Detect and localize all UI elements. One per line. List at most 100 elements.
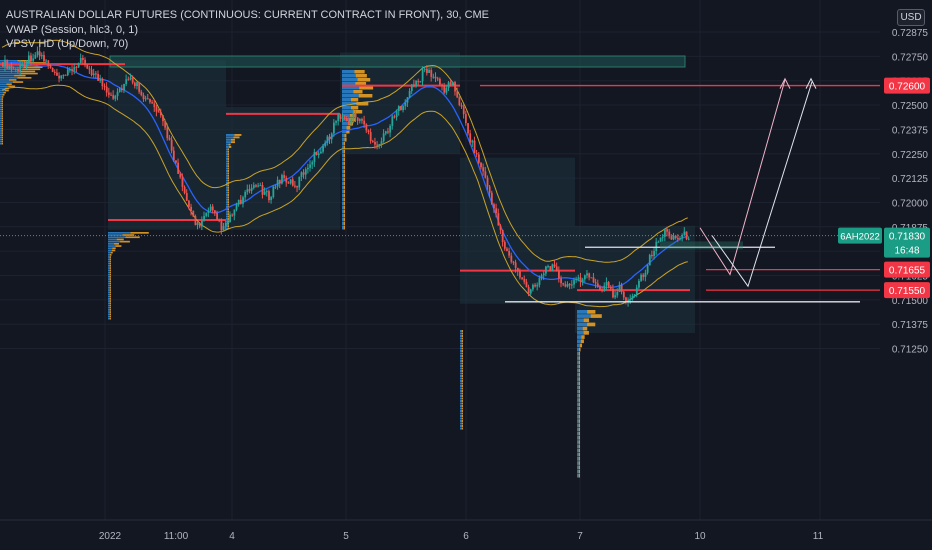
candle-body <box>350 119 353 125</box>
candle-body <box>408 91 411 98</box>
candle-body <box>120 88 123 91</box>
candle-body <box>30 55 32 62</box>
profile-bar-up <box>342 142 344 146</box>
profile-bar-down <box>227 213 229 216</box>
profile-bar-down <box>578 352 580 356</box>
profile-bar-up <box>108 269 110 272</box>
profile-bar-up <box>0 102 2 105</box>
indicator-vwap[interactable]: VWAP (Session, hlc3, 0, 1) <box>6 23 489 38</box>
candle-body <box>480 162 482 168</box>
profile-bar-up <box>226 153 228 156</box>
candle-body <box>14 68 17 70</box>
profile-bar-up <box>226 136 234 139</box>
profile-bar-down <box>8 85 16 88</box>
profile-bar-up <box>342 126 347 130</box>
candle-body <box>566 284 569 287</box>
profile-bar-down <box>461 355 463 357</box>
price-tick-label: 0.72125 <box>892 174 929 185</box>
profile-bar-down <box>125 236 140 239</box>
candle-body <box>661 236 664 238</box>
candle-body <box>2 62 4 67</box>
profile-bar-down <box>1 136 3 139</box>
candle-body <box>47 60 50 66</box>
profile-bar-down <box>109 306 111 309</box>
candle-body <box>583 275 586 280</box>
profile-bar-down <box>109 313 111 316</box>
candle-body <box>164 121 167 128</box>
candle-body <box>382 133 385 142</box>
candle-body <box>642 274 645 277</box>
profile-bar-up <box>577 461 579 465</box>
candle-body <box>27 55 30 64</box>
profile-bar-down <box>230 141 235 144</box>
profile-bar-up <box>0 60 18 62</box>
candle-body <box>586 273 588 276</box>
candle-body <box>6 59 9 69</box>
profile-bar-down <box>461 332 463 335</box>
profile-bar-down <box>350 106 359 110</box>
candle-body <box>337 114 340 122</box>
profile-bar-up <box>226 203 228 206</box>
profile-bar-up <box>108 291 110 294</box>
profile-bar-up <box>460 355 462 357</box>
profile-bar-down <box>109 280 111 283</box>
profile-bar-up <box>342 150 344 154</box>
profile-bar-up <box>460 362 462 365</box>
profile-bar-up <box>460 382 462 385</box>
profile-bar-up <box>226 179 228 182</box>
profile-bar-up <box>577 465 579 470</box>
profile-bar-up <box>577 339 581 344</box>
profile-bar-up <box>226 201 228 204</box>
profile-bar-down <box>1 111 3 113</box>
countdown-label: 16:48 <box>894 246 919 257</box>
profile-bar-up <box>0 98 2 100</box>
profile-bar-down <box>1 115 3 117</box>
candle-body <box>278 179 281 184</box>
profile-bar-down <box>1 100 3 102</box>
currency-button[interactable]: USD <box>897 9 925 26</box>
candle-body <box>633 294 636 297</box>
profile-bar-down <box>1 106 3 109</box>
candle-body <box>358 119 361 121</box>
candle-body <box>512 261 515 263</box>
profile-bar-up <box>108 245 116 247</box>
indicator-vpsv[interactable]: VPSV HD (Up/Down, 70) <box>6 37 489 52</box>
profile-bar-up <box>0 140 2 143</box>
candle-body <box>248 189 251 191</box>
candle-body <box>71 69 74 71</box>
profile-bar-down <box>114 243 120 245</box>
profile-bar-down <box>461 407 463 410</box>
profile-bar-up <box>460 360 462 362</box>
profile-bar-down <box>353 110 363 114</box>
profile-bar-up <box>460 417 462 420</box>
profile-bar-down <box>578 381 580 386</box>
candle-body <box>486 177 489 187</box>
profile-bar-up <box>108 238 117 241</box>
candle-body <box>116 91 119 97</box>
candle-body <box>454 82 456 92</box>
profile-bar-down <box>461 372 463 375</box>
candle-body <box>239 199 242 204</box>
profile-bar-up <box>577 469 579 474</box>
candle-body <box>469 133 472 143</box>
candle-body <box>441 84 443 86</box>
profile-bar-down <box>227 186 229 189</box>
profile-bar-down <box>130 232 149 234</box>
profile-bar-up <box>342 110 354 114</box>
profile-bar-up <box>226 194 228 196</box>
candle-body <box>58 75 61 79</box>
candle-body <box>123 84 125 91</box>
level-label: 0.71655 <box>889 266 926 277</box>
profile-bar-down <box>461 420 463 422</box>
candle-body <box>384 131 387 134</box>
profile-bar-up <box>342 158 344 162</box>
candle-body <box>138 82 141 92</box>
profile-bar-down <box>343 174 345 178</box>
profile-bar-up <box>108 298 110 300</box>
profile-bar-down <box>109 315 111 318</box>
candle-body <box>237 199 240 205</box>
profile-bar-down <box>583 318 590 323</box>
profile-bar-down <box>461 352 463 355</box>
profile-bar-up <box>0 91 4 94</box>
candle-body <box>118 88 121 92</box>
